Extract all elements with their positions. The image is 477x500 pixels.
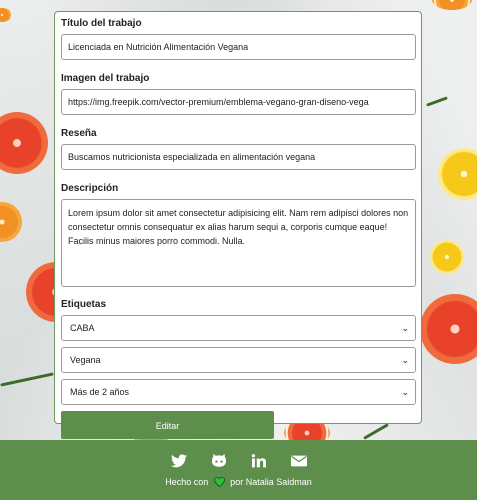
job-image-label: Imagen del trabajo	[61, 73, 150, 84]
mail-icon[interactable]	[290, 454, 307, 468]
twitter-icon[interactable]	[170, 454, 187, 468]
job-image-url-input[interactable]: https://img.freepik.com/vector-premium/e…	[61, 89, 416, 115]
herb-sprig-image	[0, 372, 54, 387]
lemon-slice-image	[438, 148, 477, 200]
github-icon[interactable]	[211, 454, 227, 468]
review-label: Reseña	[61, 128, 97, 139]
grapefruit-slice-image	[420, 294, 477, 364]
location-select[interactable]: CABA ⌄	[61, 315, 416, 341]
experience-select-value: Más de 2 años	[70, 387, 130, 397]
edit-job-form: Título del trabajo Licenciada en Nutrici…	[54, 11, 422, 439]
tags-label: Etiquetas	[61, 299, 107, 310]
job-title-label: Título del trabajo	[61, 18, 142, 29]
orange-slice-image	[0, 202, 22, 242]
linkedin-icon[interactable]	[251, 454, 267, 468]
chevron-down-icon: ⌄	[401, 355, 409, 365]
description-textarea[interactable]: Lorem ipsum dolor sit amet consectetur a…	[61, 199, 416, 287]
orange-slice-image	[0, 8, 12, 22]
chevron-down-icon: ⌄	[401, 387, 409, 397]
herb-sprig-image	[363, 423, 389, 440]
credit-prefix: Hecho con	[165, 477, 209, 487]
description-label: Descripción	[61, 183, 119, 194]
orange-slice-image	[432, 0, 472, 10]
herb-sprig-image	[426, 96, 448, 107]
diet-type-select-value: Vegana	[70, 355, 101, 365]
job-title-input[interactable]: Licenciada en Nutrición Alimentación Veg…	[61, 34, 416, 60]
review-input[interactable]: Buscamos nutricionista especializada en …	[61, 144, 416, 170]
experience-select[interactable]: Más de 2 años ⌄	[61, 379, 416, 405]
footer-credit: Hecho con por Natalia Saidman	[0, 476, 477, 490]
social-links	[0, 454, 477, 468]
chevron-down-icon: ⌄	[401, 323, 409, 333]
heart-icon	[213, 477, 225, 490]
location-select-value: CABA	[70, 323, 95, 333]
diet-type-select[interactable]: Vegana ⌄	[61, 347, 416, 373]
grapefruit-slice-image	[0, 112, 48, 174]
footer: Hecho con por Natalia Saidman	[0, 440, 477, 500]
credit-author: por Natalia Saidman	[230, 477, 312, 487]
lemon-slice-image	[430, 240, 464, 274]
edit-button[interactable]: Editar	[61, 411, 274, 439]
